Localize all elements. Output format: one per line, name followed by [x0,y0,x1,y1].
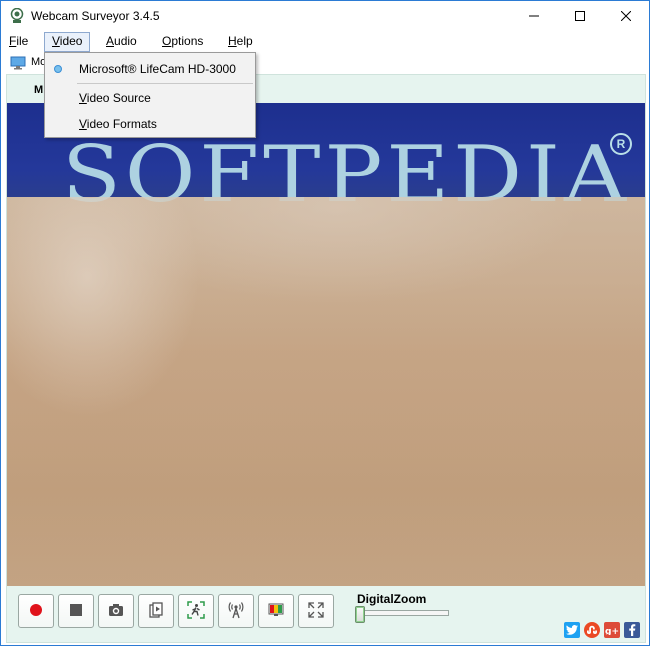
twitter-icon[interactable] [564,622,580,638]
camera-icon [108,603,124,620]
antenna-icon [227,601,245,622]
svg-text:g+: g+ [605,627,619,635]
close-button[interactable] [603,1,649,31]
camera-device-label: Microsoft® LifeCam HD-3000 [79,62,236,76]
minimize-button[interactable] [511,1,557,31]
video-desk-surface [7,197,645,586]
snapshot-button[interactable] [98,594,134,628]
play-file-icon [148,601,164,621]
fullscreen-button[interactable] [298,594,334,628]
control-bar: DigitalZoom g+ [7,586,645,642]
fullscreen-icon [308,601,324,621]
stumbleupon-icon[interactable] [584,622,600,638]
monitor-icon[interactable] [10,56,26,73]
menu-bar: File Video Audio Options Help [1,31,649,52]
broadcast-button[interactable] [218,594,254,628]
google-plus-icon[interactable]: g+ [604,622,620,638]
record-icon [29,603,43,620]
maximize-button[interactable] [557,1,603,31]
record-button[interactable] [18,594,54,628]
menu-item-video-formats[interactable]: Video Formats [45,113,255,135]
camera-tab-label[interactable]: M [34,84,43,96]
stop-icon [70,603,82,619]
motion-detection-button[interactable] [178,594,214,628]
app-window: Webcam Surveyor 3.4.5 File Video Audio O… [0,0,650,646]
digital-zoom-thumb[interactable] [355,606,365,623]
video-preview[interactable]: SOFTPEDIA R [7,103,645,586]
camera-panel: M SOFTPEDIA R DigitalZoom g+ [6,74,646,643]
menu-file[interactable]: File [2,32,35,52]
menu-separator [77,83,253,84]
menu-help[interactable]: Help [221,32,260,52]
menu-video[interactable]: Video [44,32,91,52]
selected-radio-icon [54,65,62,73]
menu-item-video-source[interactable]: Video Source [45,87,255,109]
menu-options[interactable]: Options [155,32,210,52]
registered-mark: R [610,133,632,155]
stop-button[interactable] [58,594,94,628]
playback-button[interactable] [138,594,174,628]
menu-item-camera-device[interactable]: Microsoft® LifeCam HD-3000 [45,58,255,80]
facebook-icon[interactable] [624,622,640,638]
digital-zoom-slider[interactable] [357,610,449,616]
video-menu-dropdown: Microsoft® LifeCam HD-3000 Video Source … [44,52,256,138]
window-title: Webcam Surveyor 3.4.5 [31,9,160,23]
webcam-app-icon [10,7,24,24]
digital-zoom-label: DigitalZoom [357,592,427,606]
color-icon [268,603,284,620]
color-settings-button[interactable] [258,594,294,628]
menu-audio[interactable]: Audio [99,32,144,52]
title-bar[interactable]: Webcam Surveyor 3.4.5 [1,1,649,31]
motion-icon [187,600,205,622]
